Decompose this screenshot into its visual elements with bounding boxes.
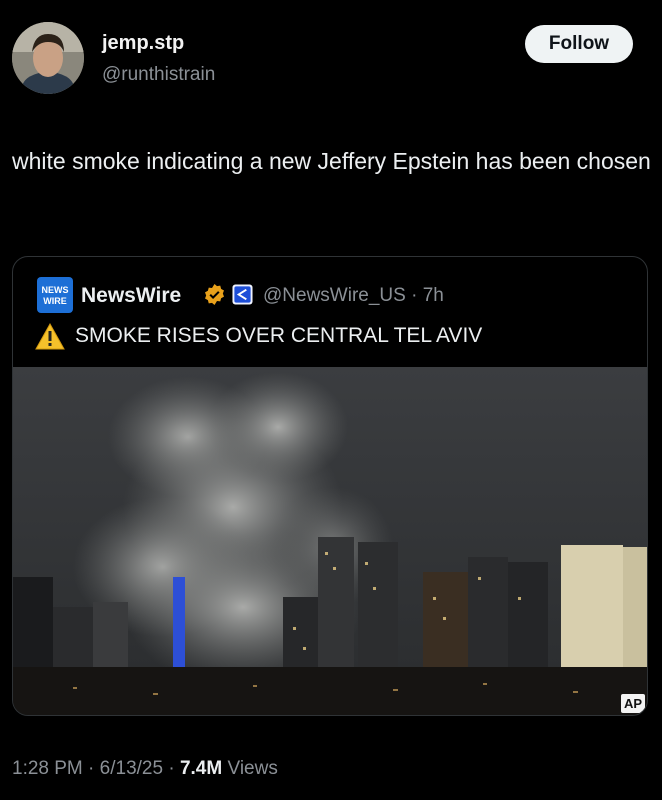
post-date: 6/13/25 (99, 758, 164, 779)
avatar[interactable] (12, 22, 84, 94)
separator-dot: · (88, 758, 100, 779)
quoted-headline: SMOKE RISES OVER CENTRAL TEL AVIV (75, 324, 483, 347)
quoted-author-name[interactable]: NewsWire (81, 284, 181, 308)
user-handle[interactable]: @runthistrain (102, 64, 215, 86)
warning-icon (35, 323, 65, 350)
city-smoke-photo (13, 367, 647, 715)
views-label: Views (227, 758, 278, 779)
tweet-text: white smoke indicating a new Jeffery Eps… (12, 148, 651, 174)
ap-watermark: AP (620, 694, 645, 713)
quoted-tweet-card[interactable]: NEWS WIRE NewsWire @NewsWire_US · 7h SMO… (12, 256, 648, 716)
quoted-media-image[interactable]: AP (13, 367, 647, 715)
affiliate-badge-icon (232, 284, 253, 305)
post-time: 1:28 PM (12, 758, 83, 779)
separator-dot: · (168, 758, 180, 779)
profile-photo-icon (12, 22, 84, 94)
verified-badge-icon (205, 283, 224, 306)
logo-text-top: NEWS (42, 285, 69, 295)
views-count[interactable]: 7.4M (180, 758, 222, 779)
display-name[interactable]: jemp.stp (102, 32, 184, 55)
newswire-logo-icon: NEWS WIRE (37, 277, 73, 313)
logo-text-bottom: WIRE (43, 296, 67, 306)
tweet-footer: 1:28 PM · 6/13/25 · 7.4M Views (12, 758, 278, 780)
quoted-handle-time: @NewsWire_US · 7h (263, 285, 444, 306)
follow-button[interactable]: Follow (525, 25, 633, 63)
